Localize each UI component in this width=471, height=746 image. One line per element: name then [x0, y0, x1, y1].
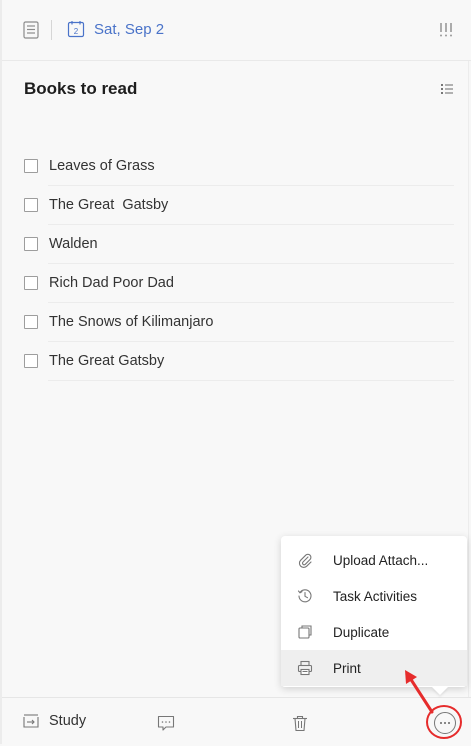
checklist-item-label[interactable]: Walden — [49, 236, 98, 252]
top-bar: 2 Sat, Sep 2 — [2, 0, 471, 61]
checklist-item: Rich Dad Poor Dad — [24, 263, 454, 303]
menu-item-duplicate[interactable]: Duplicate — [281, 614, 467, 650]
checklist-item: Walden — [24, 224, 454, 264]
trash-icon[interactable] — [291, 714, 309, 732]
document-icon[interactable] — [22, 21, 40, 39]
list-name: Study — [49, 713, 87, 729]
checkbox[interactable] — [24, 275, 38, 290]
checklist: Leaves of Grass The Great Gatsby Walden … — [24, 146, 454, 381]
checklist-item: The Great Gatsby — [24, 185, 454, 225]
priority-icon[interactable] — [437, 21, 455, 39]
checkbox[interactable] — [24, 236, 38, 251]
checklist-item-label[interactable]: The Snows of Kilimanjaro — [49, 314, 213, 330]
checklist-item-label[interactable]: Leaves of Grass — [49, 158, 155, 174]
checklist-item: The Snows of Kilimanjaro — [24, 302, 454, 342]
menu-item-label: Print — [333, 660, 361, 676]
move-to-list-icon — [22, 713, 40, 729]
duplicate-icon — [295, 622, 315, 642]
calendar-day: 2 — [74, 27, 79, 36]
checklist-item-label[interactable]: Rich Dad Poor Dad — [49, 275, 174, 291]
printer-icon — [295, 658, 315, 678]
list-selector[interactable]: Study — [22, 713, 86, 729]
more-options-menu: Upload Attach... Task Activities Duplica… — [281, 536, 467, 695]
checklist-item: Leaves of Grass — [24, 146, 454, 186]
divider — [51, 20, 52, 40]
comment-icon[interactable] — [157, 714, 175, 732]
checkbox[interactable] — [24, 158, 38, 173]
menu-item-upload-attachment[interactable]: Upload Attach... — [281, 542, 467, 578]
checklist-item: The Great Gatsby — [24, 341, 454, 381]
menu-item-task-activities[interactable]: Task Activities — [281, 578, 467, 614]
checkbox[interactable] — [24, 314, 38, 329]
checklist-item-label[interactable]: The Great Gatsby — [49, 353, 164, 369]
menu-item-label: Task Activities — [333, 588, 418, 604]
task-detail-panel: 2 Sat, Sep 2 Books to read Leaves of Gra… — [0, 0, 471, 746]
checklist-mode-icon[interactable] — [439, 82, 455, 96]
checklist-item-label[interactable]: The Great Gatsby — [49, 197, 168, 213]
annotation-arrow — [405, 670, 434, 714]
due-date[interactable]: 2 Sat, Sep 2 — [67, 20, 164, 38]
calendar-icon: 2 — [67, 20, 85, 38]
menu-item-label: Duplicate — [333, 624, 390, 640]
date-label: Sat, Sep 2 — [94, 20, 165, 38]
checkbox[interactable] — [24, 353, 38, 368]
paperclip-icon — [295, 550, 315, 570]
task-title[interactable]: Books to read — [24, 79, 137, 99]
checkbox[interactable] — [24, 197, 38, 212]
menu-item-label: Upload Attach... — [333, 552, 429, 568]
history-icon — [295, 586, 315, 606]
